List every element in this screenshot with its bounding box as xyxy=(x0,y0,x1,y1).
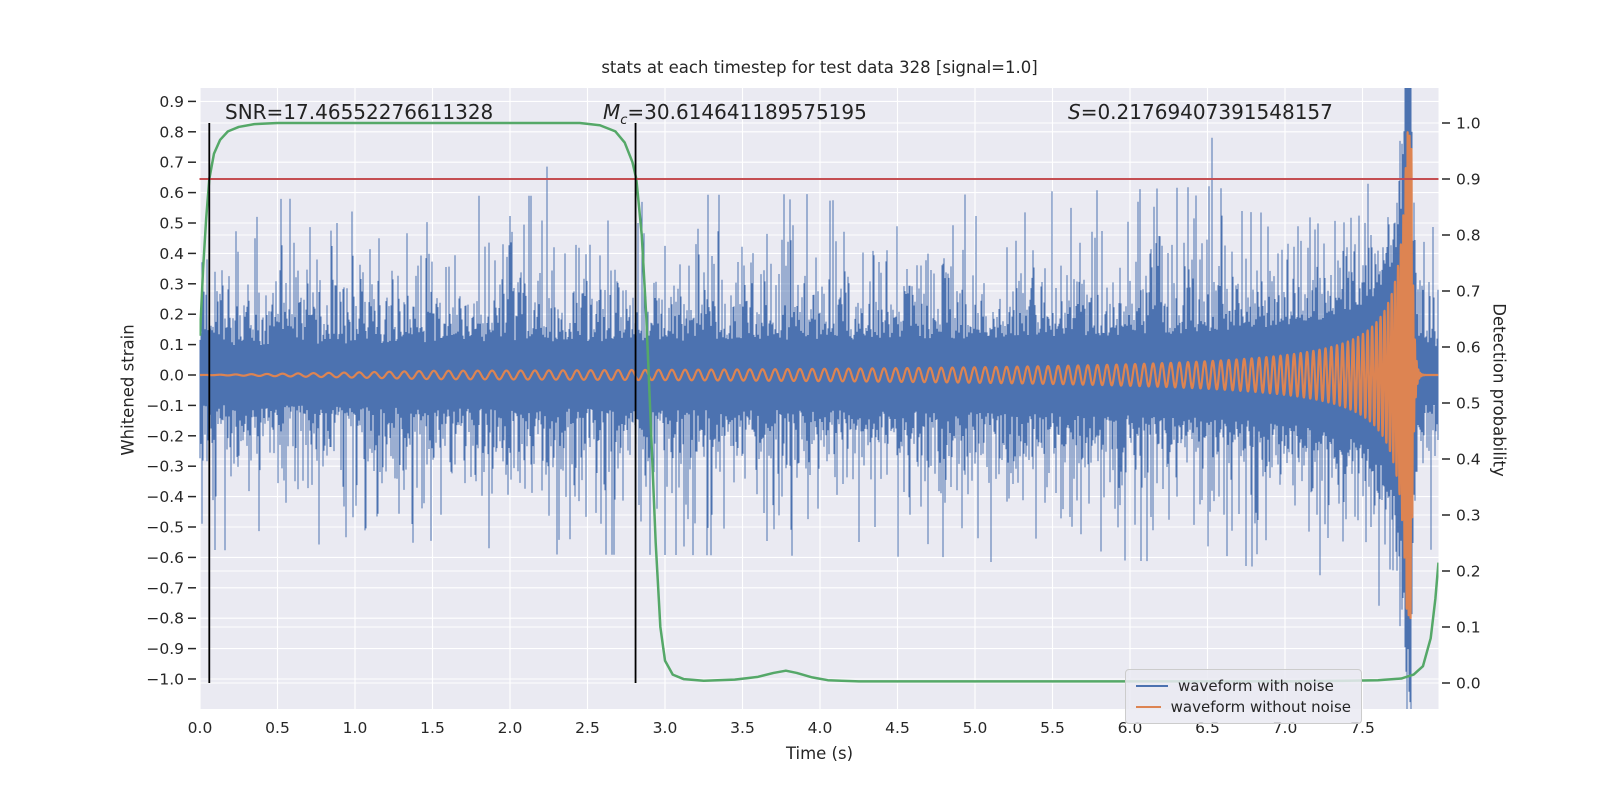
y-right-tick-label: 0.2 xyxy=(1456,563,1481,581)
y-left-tick-label: 0.2 xyxy=(159,306,184,324)
figure: 0.9 0.8 0.7 0.6 0.5 0.4 0.3 0.2 0.1 0.0 −0.1 −0.2 −0… xyxy=(0,0,1600,800)
legend-item: waveform without noise xyxy=(1136,696,1351,717)
legend-line-swatch xyxy=(1136,684,1168,687)
s-symbol: S xyxy=(1068,100,1081,124)
x-tick-label: 2.0 xyxy=(498,719,523,737)
y-right-tick-label: 0.9 xyxy=(1456,171,1481,189)
y-left-tick-label: −0.5 xyxy=(146,519,184,537)
x-tick-label: 4.5 xyxy=(885,719,910,737)
y-left-tick-label: 0.5 xyxy=(159,215,184,233)
x-tick-label: 1.0 xyxy=(343,719,368,737)
legend-label: waveform with noise xyxy=(1178,676,1334,695)
y-left-tick-label: 0.4 xyxy=(159,245,184,263)
y-left-tick-label: 0.6 xyxy=(159,184,184,202)
y-right-tick-label: 1.0 xyxy=(1456,115,1481,133)
y-left-tick-label: −0.4 xyxy=(146,488,184,506)
x-tick-label: 4.0 xyxy=(808,719,833,737)
legend: waveform with noise waveform without nois… xyxy=(1125,669,1362,724)
x-tick-label: 3.0 xyxy=(653,719,678,737)
x-tick-label: 5.5 xyxy=(1040,719,1065,737)
legend-line-swatch xyxy=(1136,705,1161,708)
y-right-tick-label: 0.4 xyxy=(1456,451,1481,469)
annotation-chirp-mass: Mc=30.614641189575195 xyxy=(603,100,867,128)
y-right-tick-label: 0.0 xyxy=(1456,675,1481,693)
y-axis-label-right: Detection probability xyxy=(1489,303,1509,477)
y-left-tick-label: −0.6 xyxy=(146,549,184,567)
y-axis-label-left: Whitened strain xyxy=(118,324,138,456)
x-tick-label: 3.5 xyxy=(730,719,755,737)
y-right-tick-label: 0.3 xyxy=(1456,507,1481,525)
y-left-tick-label: −1.0 xyxy=(146,671,184,689)
x-axis-label: Time (s) xyxy=(785,744,854,763)
y-right-tick-label: 0.1 xyxy=(1456,619,1481,637)
chirp-mass-symbol: M xyxy=(603,100,621,124)
legend-item: waveform with noise xyxy=(1136,675,1351,696)
x-tick-label: 2.5 xyxy=(575,719,600,737)
chirp-mass-value: =30.614641189575195 xyxy=(627,100,867,124)
x-tick-label: 0.0 xyxy=(188,719,213,737)
legend-label: waveform without noise xyxy=(1170,697,1351,716)
y-left-tick-label: −0.2 xyxy=(146,427,184,445)
y-left-tick-label: 0.3 xyxy=(159,275,184,293)
y-right-tick-label: 0.7 xyxy=(1456,283,1481,301)
y-left-tick-label: −0.9 xyxy=(146,640,184,658)
y-left-tick-label: 0.0 xyxy=(159,367,184,385)
y-right-tick-label: 0.5 xyxy=(1456,395,1481,413)
annotation-snr: SNR=17.46552276611328 xyxy=(225,100,494,124)
chart-title: stats at each timestep for test data 328… xyxy=(601,58,1038,77)
y-left-tick-label: −0.8 xyxy=(146,610,184,628)
y-right-tick-label: 0.8 xyxy=(1456,227,1481,245)
y-left-tick-label: 0.8 xyxy=(159,123,184,141)
y-left-tick-label: 0.9 xyxy=(159,93,184,111)
x-tick-label: 1.5 xyxy=(420,719,445,737)
y-left-tick-label: 0.1 xyxy=(159,336,184,354)
x-tick-label: 5.0 xyxy=(963,719,988,737)
y-left-tick-label: −0.3 xyxy=(146,458,184,476)
x-tick-label: 0.5 xyxy=(265,719,290,737)
s-value: =0.21769407391548157 xyxy=(1080,100,1333,124)
y-left-tick-label: −0.1 xyxy=(146,397,184,415)
annotation-s-stat: S=0.21769407391548157 xyxy=(1068,100,1333,124)
y-right-tick-label: 0.6 xyxy=(1456,339,1481,357)
y-left-tick-label: −0.7 xyxy=(146,579,184,597)
y-left-tick-label: 0.7 xyxy=(159,154,184,172)
